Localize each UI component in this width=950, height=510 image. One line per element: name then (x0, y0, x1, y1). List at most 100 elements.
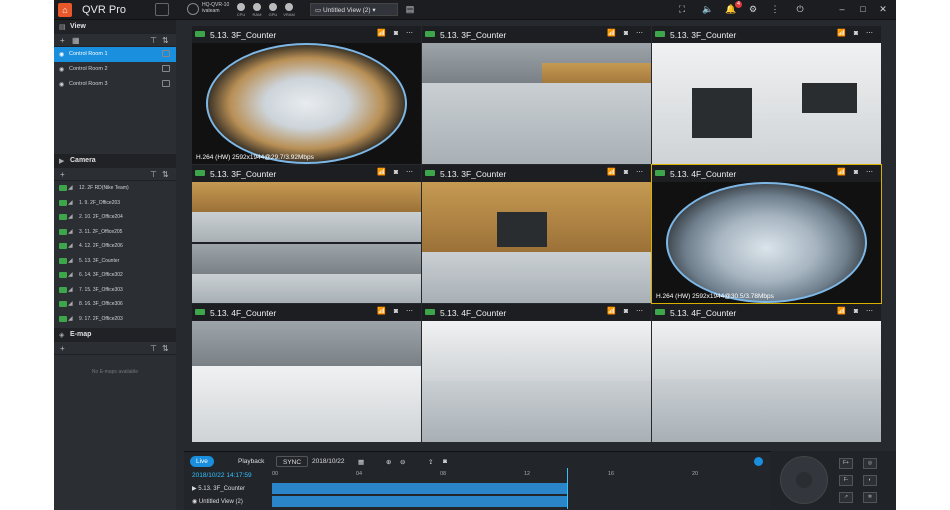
settings-icon[interactable]: ⚙ (747, 4, 759, 15)
map-icon: ◈ (59, 332, 65, 339)
recording-bar[interactable] (272, 483, 568, 494)
save-icon[interactable] (162, 80, 170, 87)
video-cell[interactable]: 5.13. 4F_Counter 📶 ◙ ⋯ (422, 304, 651, 442)
emap-section-header[interactable]: ◈ E-map (54, 328, 176, 342)
cell-actions[interactable]: 📶 ◙ ⋯ (377, 168, 416, 176)
timeline-track[interactable]: ◉ Untitled View (2) (184, 495, 771, 508)
view-item-control-room-3[interactable]: ◉ Control Room 3 (54, 77, 176, 92)
zoom-out-icon[interactable]: ⊖ (394, 456, 411, 467)
ptz-joystick[interactable] (780, 456, 828, 504)
view-selector[interactable]: ▭ Untitled View (2) ▾ (310, 3, 398, 16)
camera-icon: ◢ (68, 301, 73, 307)
playhead[interactable] (567, 468, 568, 509)
snapshot-icon[interactable]: ◙ (437, 456, 453, 467)
qvr-pro-window: ⌂ QVR Pro HQ-QVR-10 ivateam CPU RAM GPU V… (54, 0, 896, 510)
camera-icon: ◢ (68, 228, 73, 235)
live-button[interactable]: Live (190, 456, 214, 467)
live-indicator-icon (425, 31, 435, 37)
tour-button[interactable]: ✲ (863, 492, 877, 503)
timeline-track[interactable]: ▶ 5.13. 3F_Counter (184, 482, 771, 495)
camera-item[interactable]: ◢ 8. 16. 3F_Office306 (54, 297, 176, 312)
playback-button[interactable]: Playback (232, 456, 270, 467)
app-title: QVR Pro (82, 4, 127, 16)
recording-icon (59, 185, 67, 191)
cell-actions[interactable]: 📶 ◙ ⋯ (377, 307, 416, 315)
camera-item[interactable]: ◢ 3. 11. 2F_Office205 (54, 225, 176, 240)
cell-actions[interactable]: 📶 ◙ ⋯ (837, 29, 876, 37)
stream-info: H.264 (HW) 2592x1944@29.7/3.92Mbps (196, 154, 314, 161)
video-cell-selected[interactable]: 5.13. 4F_Counter 📶 ◙ ⋯ H.264 (HW) 2592x19… (651, 164, 882, 304)
ptz-preset-button[interactable]: ◎ (863, 458, 877, 469)
cell-actions[interactable]: 📶 ◙ ⋯ (837, 307, 876, 315)
date-field[interactable]: 2018/10/22 (306, 456, 351, 467)
view-item-control-room-2[interactable]: ◉ Control Room 2 (54, 62, 176, 77)
stream-info: H.264 (HW) 2592x1944@30.5/3.78Mbps (656, 293, 774, 300)
camera-item[interactable]: ◢ 1. 9. 2F_Office203 (54, 196, 176, 211)
save-icon[interactable] (162, 65, 170, 72)
camera-item[interactable]: ◢ 12. 2F RD(Nike Team) (54, 181, 176, 196)
add-emap-icon[interactable]: + (60, 344, 65, 353)
camera-section-header[interactable]: ▶ Camera (54, 154, 176, 168)
add-view-icon[interactable]: + (60, 36, 65, 45)
focus-button[interactable]: F- (839, 475, 853, 486)
video-cell[interactable]: 5.13. 3F_Counter 📶 ◙ ⋯ (422, 26, 651, 164)
sort-icon[interactable]: ⇅ (162, 170, 169, 179)
video-cell[interactable]: 5.13. 3F_Counter 📶 ◙ ⋯ (652, 26, 881, 164)
video-cell[interactable]: 5.13. 4F_Counter 📶 ◙ ⋯ (652, 304, 881, 442)
more-menu-icon[interactable]: ⋮ (769, 4, 781, 15)
cell-actions[interactable]: 📶 ◙ ⋯ (837, 168, 876, 176)
sort-icon[interactable]: ⇅ (162, 36, 169, 45)
camera-title: 5.13. 3F_Counter (670, 30, 737, 40)
top-bar: ⌂ QVR Pro HQ-QVR-10 ivateam CPU RAM GPU V… (54, 0, 896, 20)
logout-icon[interactable]: ⏻ (794, 4, 806, 15)
camera-title: 5.13. 4F_Counter (670, 308, 737, 318)
recording-bar[interactable] (272, 496, 568, 507)
camera-title: 5.13. 3F_Counter (210, 169, 277, 179)
volume-icon[interactable]: 🔈 (702, 4, 714, 15)
video-cell[interactable]: 5.13. 3F_Counter 📶 ◙ ⋯ H.264 (HW) 2592x19… (192, 26, 421, 164)
cell-actions[interactable]: 📶 ◙ ⋯ (377, 29, 416, 37)
eye-icon: ◉ (59, 82, 65, 88)
gpu-indicator: GPU (266, 3, 280, 17)
nas-icon[interactable] (187, 3, 199, 15)
camera-item[interactable]: ◢ 9. 17. 2F_Office203 (54, 312, 176, 327)
camera-item[interactable]: ◢ 5. 13. 3F_Counter (54, 254, 176, 269)
filter-icon[interactable]: ⊤ (150, 36, 157, 45)
camera-item[interactable]: ◢ 4. 12. 2F_Office206 (54, 239, 176, 254)
sync-button[interactable]: SYNC (276, 456, 309, 467)
video-cell[interactable]: 5.13. 4F_Counter 📶 ◙ ⋯ (192, 304, 421, 442)
camera-item[interactable]: ◢ 2. 10. 2F_Office204 (54, 210, 176, 225)
cell-actions[interactable]: 📶 ◙ ⋯ (607, 307, 646, 315)
status-dot-icon (754, 457, 763, 466)
iris-button[interactable]: ◐ (863, 475, 877, 486)
track-label: 5.13. 3F_Counter (198, 486, 245, 492)
ptz-center-button[interactable] (796, 472, 812, 488)
fullscreen-icon[interactable]: ⛶ (676, 4, 688, 15)
video-cell[interactable]: 5.13. 3F_Counter 📶 ◙ ⋯ (192, 165, 421, 303)
camera-item[interactable]: ◢ 7. 15. 3F_Office303 (54, 283, 176, 298)
cell-actions[interactable]: 📶 ◙ ⋯ (607, 168, 646, 176)
save-icon[interactable] (162, 50, 170, 57)
ptz-panel: F+ ◎ F- ◐ ↗ ✲ (771, 451, 896, 510)
cell-actions[interactable]: 📶 ◙ ⋯ (607, 29, 646, 37)
filter-icon[interactable]: ⊤ (150, 344, 157, 353)
save-view-icon[interactable]: ▤ (404, 4, 416, 15)
grid-layout-icon[interactable] (155, 3, 169, 16)
zoom-in-button[interactable]: F+ (839, 458, 853, 469)
filter-icon[interactable]: ⊤ (150, 170, 157, 179)
add-camera-icon[interactable]: + (60, 170, 65, 179)
camera-icon: ◢ (68, 214, 73, 220)
calendar-icon[interactable]: ▦ (352, 456, 370, 467)
layout-icon[interactable]: ▦ (72, 36, 80, 45)
live-indicator-icon (655, 31, 665, 37)
maximize-icon[interactable]: □ (857, 4, 869, 14)
video-cell[interactable]: 5.13. 3F_Counter 📶 ◙ ⋯ (422, 165, 651, 303)
sort-icon[interactable]: ⇅ (162, 344, 169, 353)
view-item-control-room-1[interactable]: ◉ Control Room 1 (54, 47, 176, 62)
close-icon[interactable]: ✕ (877, 4, 889, 15)
camera-title: 5.13. 3F_Counter (210, 30, 277, 40)
minimize-icon[interactable]: – (836, 4, 848, 14)
view-section-header[interactable]: ▤ View (54, 20, 176, 34)
patrol-button[interactable]: ↗ (839, 492, 853, 503)
camera-item[interactable]: ◢ 6. 14. 3F_Office302 (54, 268, 176, 283)
